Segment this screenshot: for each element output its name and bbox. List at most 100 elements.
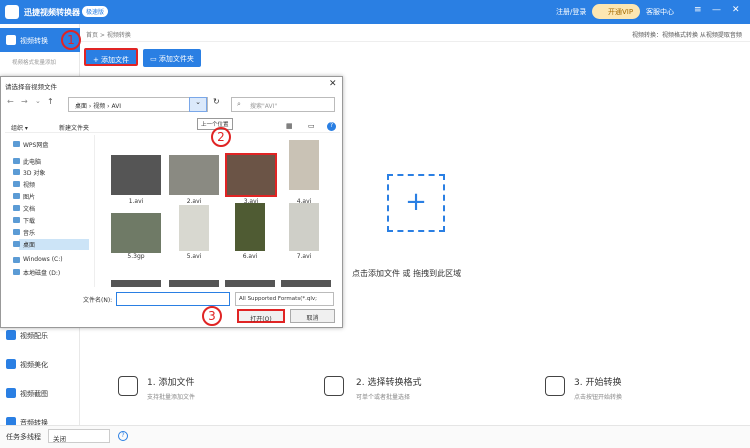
step-1-title: 1. 添加文件	[147, 378, 195, 388]
file-type-select[interactable]: All Supported Formats(*.qlv;	[235, 292, 334, 306]
tree-item[interactable]: 文档	[23, 204, 35, 213]
organize-button[interactable]: 组织 ▾	[11, 123, 28, 132]
annotation-number: 2	[217, 130, 225, 144]
tree-item[interactable]: 此电脑	[23, 157, 41, 166]
add-folder-label: 添加文件夹	[158, 55, 194, 63]
address-dropdown-icon[interactable]: ⌄	[189, 97, 207, 112]
view-icon[interactable]: ▦	[286, 122, 293, 130]
video-thumbnail[interactable]	[225, 280, 275, 287]
annotation-marker: 3	[202, 306, 222, 326]
search-input[interactable]: 搜索"AVI"	[231, 97, 335, 112]
cloud-icon	[13, 141, 20, 147]
add-file-step-icon	[118, 376, 138, 396]
task-thread-label: 任务多线程	[6, 433, 41, 441]
path-segment[interactable]: 桌面	[75, 103, 87, 110]
sidebar-item-label: 视频截图	[20, 390, 48, 398]
folder-icon: ▭	[150, 55, 159, 63]
video-thumbnail[interactable]	[179, 205, 209, 251]
folder-tree: WPS网盘 此电脑 3D 对象 视频 图片 文档 下载 音乐 桌面 Window…	[5, 135, 95, 287]
close-icon[interactable]: ✕	[732, 5, 740, 15]
filename-input[interactable]	[116, 292, 230, 306]
video-thumbnail[interactable]	[111, 155, 161, 195]
tree-item-selected[interactable]: 桌面	[23, 240, 35, 249]
computer-icon	[13, 158, 20, 164]
video-folder-icon	[13, 181, 20, 187]
video-thumbnail[interactable]	[289, 140, 319, 190]
open-button-label: 打开(O)	[250, 316, 272, 323]
convert-step-icon	[545, 376, 565, 396]
filename-label: 文件名(N):	[83, 297, 113, 304]
help-icon[interactable]: ?	[327, 122, 336, 131]
music-folder-icon	[13, 229, 20, 235]
video-thumbnail[interactable]	[111, 280, 161, 287]
preview-pane-icon[interactable]: ▭	[308, 122, 315, 130]
vip-label: 开通VIP	[608, 8, 634, 16]
file-name[interactable]: 1.avi	[111, 198, 161, 205]
add-folder-button[interactable]: ▭ 添加文件夹	[143, 49, 201, 67]
breadcrumb: 首页 > 视频转换	[86, 32, 131, 39]
forward-arrow-icon[interactable]: →	[21, 97, 28, 106]
back-arrow-icon[interactable]: ←	[7, 97, 14, 106]
dialog-close-icon[interactable]: ✕	[329, 79, 337, 89]
drive-icon	[13, 257, 20, 263]
minimize-icon[interactable]: —	[712, 5, 721, 15]
file-name[interactable]: 5.avi	[169, 253, 219, 260]
plus-icon: +	[405, 187, 427, 217]
plus-icon: +	[92, 56, 102, 64]
desktop-folder-icon	[13, 241, 20, 247]
address-bar[interactable]: 桌面 › 视频 › AVI	[68, 97, 208, 112]
tree-item[interactable]: 音乐	[23, 228, 35, 237]
file-name[interactable]: 2.avi	[169, 198, 219, 205]
recent-dropdown-icon[interactable]: ⌄	[35, 97, 41, 105]
video-thumbnail[interactable]	[169, 155, 219, 195]
new-folder-button[interactable]: 新建文件夹	[59, 123, 89, 132]
up-arrow-icon[interactable]: ↑	[47, 97, 54, 106]
app-logo-icon	[5, 5, 19, 19]
cancel-button[interactable]: 取消	[290, 309, 335, 323]
sidebar-item-label: 视频配乐	[20, 332, 48, 340]
format-step-icon	[324, 376, 344, 396]
video-thumbnail-selected[interactable]	[225, 153, 277, 197]
tree-item[interactable]: Windows (C:)	[23, 256, 63, 263]
tree-item[interactable]: 下载	[23, 216, 35, 225]
document-folder-icon	[13, 205, 20, 211]
file-name[interactable]: 7.avi	[279, 253, 329, 260]
status-bar: 任务多线程 关闭 ?	[0, 425, 750, 448]
tree-item[interactable]: 3D 对象	[23, 168, 45, 177]
add-file-button[interactable]: + 添加文件	[84, 48, 138, 66]
path-segment[interactable]: AVI	[111, 103, 121, 110]
task-thread-select[interactable]: 关闭	[48, 429, 110, 443]
sidebar-item-label: 视频美化	[20, 361, 48, 369]
menu-icon[interactable]: ≡	[694, 5, 702, 15]
help-icon[interactable]: ?	[118, 431, 128, 441]
video-thumbnail[interactable]	[235, 203, 265, 251]
tree-item[interactable]: WPS网盘	[23, 140, 48, 149]
file-name[interactable]: 5.3gp	[111, 253, 161, 260]
video-thumbnail[interactable]	[289, 203, 319, 251]
video-thumbnail[interactable]	[281, 280, 331, 287]
file-name[interactable]: 6.avi	[225, 253, 275, 260]
sidebar-item-screenshot[interactable]: 视频截图	[0, 381, 80, 405]
step-1-sub: 支持批量添加文件	[147, 394, 196, 401]
tree-item[interactable]: 视频	[23, 180, 35, 189]
sidebar-item-beautify[interactable]: 视频美化	[0, 352, 80, 376]
login-link[interactable]: 注册/登录	[556, 7, 586, 17]
tree-item[interactable]: 本地磁盘 (D:)	[23, 268, 60, 277]
annotation-number: 3	[208, 309, 216, 323]
video-thumbnail[interactable]	[169, 280, 219, 287]
sidebar-item-label: 视频转换	[20, 37, 48, 45]
download-folder-icon	[13, 217, 20, 223]
video-thumbnail[interactable]	[111, 213, 161, 253]
app-title: 迅捷视频转换器	[24, 8, 80, 17]
path-segment[interactable]: 视频	[93, 103, 105, 110]
edition-badge: 极速版	[82, 6, 109, 17]
file-type-value: All Supported Formats(*.qlv;	[239, 296, 317, 302]
vip-button[interactable]: 开通VIP	[592, 4, 640, 19]
drop-zone[interactable]: +	[387, 174, 445, 232]
picture-folder-icon	[13, 193, 20, 199]
service-center-link[interactable]: 客服中心	[646, 7, 674, 17]
beautify-icon	[6, 359, 16, 369]
refresh-icon[interactable]: ↻	[213, 97, 220, 106]
tree-item[interactable]: 图片	[23, 192, 35, 201]
open-button[interactable]: 打开(O)	[237, 309, 285, 323]
